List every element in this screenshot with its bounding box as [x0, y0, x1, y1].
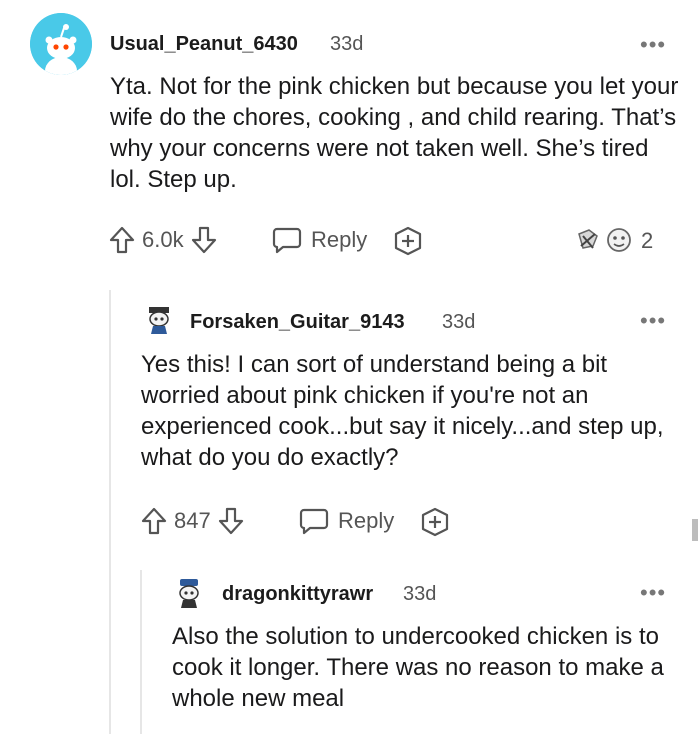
- thread-line[interactable]: [109, 290, 111, 734]
- avatar[interactable]: [142, 302, 176, 336]
- award-button[interactable]: [392, 226, 424, 256]
- downvote-icon[interactable]: [217, 506, 245, 536]
- reply-icon: [271, 226, 303, 254]
- comment-username[interactable]: Forsaken_Guitar_9143: [190, 311, 405, 334]
- comment-username[interactable]: dragonkittyrawr: [222, 583, 373, 606]
- award-button[interactable]: [419, 507, 451, 537]
- comment-age: 33d: [330, 33, 364, 55]
- avatar[interactable]: [172, 576, 206, 610]
- upvote-icon[interactable]: [108, 225, 136, 255]
- vote-score: 847: [174, 508, 211, 533]
- comment-age: 33d: [403, 583, 437, 605]
- comment-body: Yes this! I can sort of understand being…: [141, 351, 664, 471]
- snoo-avatar-icon: [172, 576, 206, 610]
- award-count: 2: [641, 228, 654, 253]
- reply-icon: [298, 507, 330, 535]
- comment-username[interactable]: Usual_Peanut_6430: [110, 33, 298, 56]
- snoo-avatar-icon: [30, 13, 92, 75]
- more-options-icon[interactable]: •••: [640, 582, 666, 604]
- reply-button[interactable]: Reply: [271, 226, 367, 254]
- comment-body: Also the solution to undercooked chicken…: [172, 623, 664, 712]
- thread-line[interactable]: [140, 570, 142, 734]
- scrollbar-thumb[interactable]: [692, 519, 698, 541]
- comment-age: 33d: [442, 311, 476, 333]
- snoo-avatar-icon: [142, 302, 176, 336]
- reply-label: Reply: [338, 508, 395, 533]
- vote-controls: 6.0k: [108, 225, 218, 255]
- comment-body: Yta. Not for the pink chicken but becaus…: [110, 73, 679, 193]
- awards-display[interactable]: 2: [575, 226, 653, 256]
- award-icon: [575, 226, 637, 256]
- more-options-icon[interactable]: •••: [640, 310, 666, 332]
- avatar[interactable]: [30, 13, 92, 75]
- upvote-icon[interactable]: [140, 506, 168, 536]
- more-options-icon[interactable]: •••: [640, 34, 666, 56]
- vote-score: 6.0k: [142, 227, 184, 252]
- award-icon: [394, 226, 422, 256]
- vote-controls: 847: [140, 506, 245, 536]
- reply-button[interactable]: Reply: [298, 507, 394, 535]
- reply-label: Reply: [311, 227, 368, 252]
- award-icon: [421, 507, 449, 537]
- downvote-icon[interactable]: [190, 225, 218, 255]
